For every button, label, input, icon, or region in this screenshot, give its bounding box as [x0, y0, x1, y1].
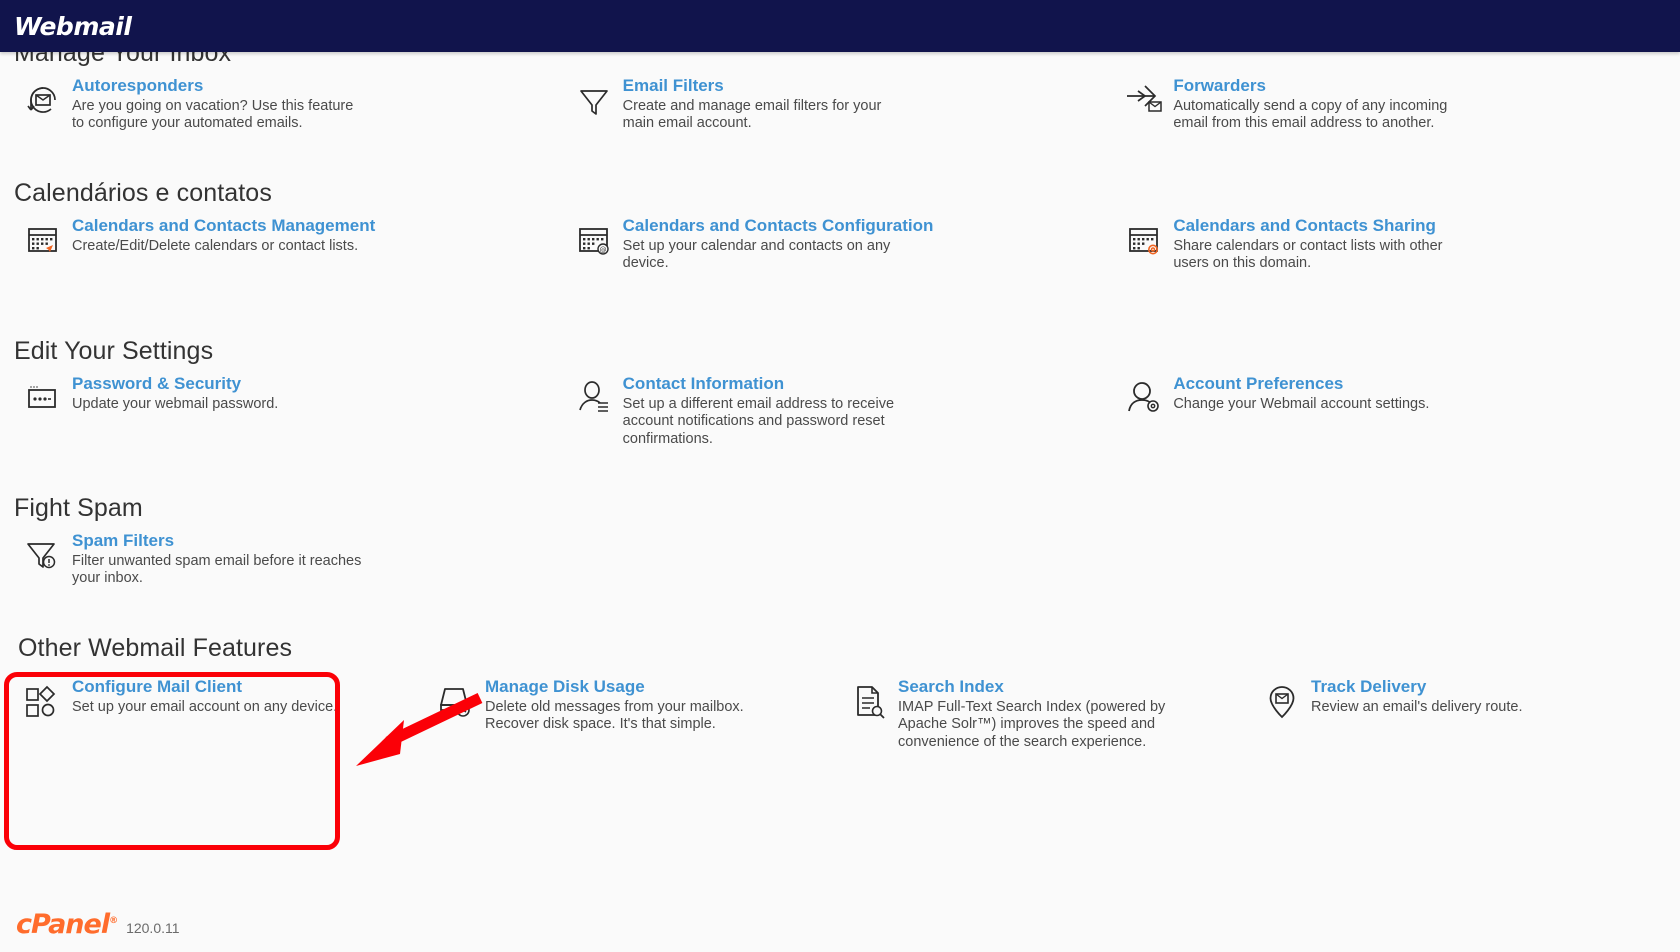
feature-email-filters[interactable]: Email Filters Create and manage email fi… [565, 76, 1116, 133]
account-person-gear-icon [1115, 374, 1173, 420]
feature-search-index[interactable]: Search Index IMAP Full-Text Search Index… [840, 677, 1253, 752]
feature-grid: Password & Security Update your webmail … [14, 366, 1666, 449]
feature-description: Set up your email account on any device. [72, 698, 338, 715]
feature-body: Search Index IMAP Full-Text Search Index… [898, 677, 1227, 752]
feature-description: Share calendars or contact lists with ot… [1173, 237, 1443, 272]
feature-link[interactable]: Manage Disk Usage [485, 677, 814, 696]
feature-body: Contact Information Set up a different e… [623, 374, 1090, 449]
feature-spam-filters[interactable]: Spam Filters Filter unwanted spam email … [14, 531, 565, 588]
feature-body: Account Preferences Change your Webmail … [1173, 374, 1640, 414]
feature-calendars-contacts-sharing[interactable]: Calendars and Contacts Sharing Share cal… [1115, 216, 1666, 273]
feature-account-preferences[interactable]: Account Preferences Change your Webmail … [1115, 374, 1666, 449]
feature-description: Create/Edit/Delete calendars or contact … [72, 237, 359, 254]
cpanel-logo: cPanel® [16, 909, 118, 940]
feature-link[interactable]: Calendars and Contacts Sharing [1173, 216, 1640, 235]
cpanel-version: 120.0.11 [126, 920, 180, 936]
feature-description: Are you going on vacation? Use this feat… [72, 97, 354, 132]
feature-description: Automatically send a copy of any incomin… [1173, 97, 1448, 132]
feature-autoresponders[interactable]: Autoresponders Are you going on vacation… [14, 76, 565, 133]
funnel-icon [565, 76, 623, 122]
feature-link[interactable]: Contact Information [623, 374, 1090, 393]
feature-link[interactable]: Calendars and Contacts Management [72, 216, 539, 235]
feature-description: Update your webmail password. [72, 395, 279, 412]
feature-body: Calendars and Contacts Sharing Share cal… [1173, 216, 1640, 273]
feature-grid: Spam Filters Filter unwanted spam email … [14, 523, 1666, 588]
calendar-at-icon: @ [565, 216, 623, 262]
funnel-alert-icon [14, 531, 72, 577]
feature-description: Delete old messages from your mailbox. R… [485, 698, 744, 733]
map-pin-mail-icon [1253, 677, 1311, 723]
feature-body: Forwarders Automatically send a copy of … [1173, 76, 1640, 133]
app-header: Webmail [0, 0, 1680, 52]
feature-password-security[interactable]: Password & Security Update your webmail … [14, 374, 565, 449]
section-fight-spam: Fight Spam Spam Filters Filter unwanted … [14, 494, 1666, 588]
password-field-icon [14, 374, 72, 420]
section-title: Other Webmail Features [18, 634, 293, 662]
section-title: Calendários e contatos [14, 179, 272, 207]
feature-description: Review an email's delivery route. [1311, 698, 1523, 715]
feature-link[interactable]: Forwarders [1173, 76, 1640, 95]
feature-grid: Configure Mail Client Set up your email … [14, 669, 1666, 752]
feature-link[interactable]: Autoresponders [72, 76, 539, 95]
mail-client-icon [14, 677, 72, 723]
document-search-icon [840, 677, 898, 723]
feature-contact-information[interactable]: Contact Information Set up a different e… [565, 374, 1116, 449]
feature-link[interactable]: Configure Mail Client [72, 677, 401, 696]
feature-calendars-contacts-configuration[interactable]: @ Calendars and Contacts Configuration S… [565, 216, 1116, 273]
disk-usage-icon [427, 677, 485, 723]
feature-body: Calendars and Contacts Management Create… [72, 216, 539, 256]
feature-calendars-contacts-management[interactable]: Calendars and Contacts Management Create… [14, 216, 565, 273]
forward-arrow-icon [1115, 76, 1173, 122]
feature-description: Set up your calendar and contacts on any… [622, 237, 891, 272]
feature-grid: Calendars and Contacts Management Create… [14, 208, 1666, 273]
footer: cPanel® 120.0.11 [16, 909, 180, 940]
feature-body: Calendars and Contacts Configuration Set… [623, 216, 1090, 273]
calendar-gear-icon [1115, 216, 1173, 262]
section-other-webmail-features: Other Webmail Features Configure Mail Cl… [14, 634, 1666, 752]
autoresponder-icon [14, 76, 72, 122]
feature-description: Set up a different email address to rece… [622, 395, 895, 447]
feature-body: Spam Filters Filter unwanted spam email … [72, 531, 539, 588]
section-calendarios-e-contatos: Calendários e contatos Calendars and Con… [14, 179, 1666, 273]
feature-link[interactable]: Account Preferences [1173, 374, 1640, 393]
section-title: Edit Your Settings [14, 337, 214, 365]
feature-link[interactable]: Password & Security [72, 374, 539, 393]
feature-description: Filter unwanted spam email before it rea… [72, 552, 362, 587]
svg-text:@: @ [599, 246, 606, 254]
feature-grid: Autoresponders Are you going on vacation… [14, 68, 1666, 133]
feature-body: Configure Mail Client Set up your email … [72, 677, 401, 717]
feature-link[interactable]: Calendars and Contacts Configuration [623, 216, 1090, 235]
feature-link[interactable]: Track Delivery [1311, 677, 1640, 696]
feature-link[interactable]: Spam Filters [72, 531, 539, 550]
feature-manage-disk-usage[interactable]: Manage Disk Usage Delete old messages fr… [427, 677, 840, 752]
section-manage-your-inbox: Manage Your Inbox Autoresponders Are you… [14, 39, 1666, 133]
feature-body: Manage Disk Usage Delete old messages fr… [485, 677, 814, 734]
feature-configure-mail-client[interactable]: Configure Mail Client Set up your email … [14, 677, 427, 752]
contact-person-icon [565, 374, 623, 420]
feature-body: Email Filters Create and manage email fi… [623, 76, 1090, 133]
feature-description: Change your Webmail account settings. [1173, 395, 1430, 412]
calendar-pin-icon [14, 216, 72, 262]
webmail-home-page: Webmail Manage Your Inbox Autoresponders [0, 0, 1680, 952]
webmail-logo[interactable]: Webmail [14, 12, 132, 41]
feature-track-delivery[interactable]: Track Delivery Review an email's deliver… [1253, 677, 1666, 752]
section-edit-your-settings: Edit Your Settings Password & Security U… [14, 337, 1666, 449]
feature-description: IMAP Full-Text Search Index (powered by … [898, 698, 1166, 750]
feature-forwarders[interactable]: Forwarders Automatically send a copy of … [1115, 76, 1666, 133]
feature-body: Password & Security Update your webmail … [72, 374, 539, 414]
cpanel-logo-text: cPanel [16, 909, 110, 940]
feature-body: Autoresponders Are you going on vacation… [72, 76, 539, 133]
feature-link[interactable]: Email Filters [623, 76, 1090, 95]
section-title: Fight Spam [14, 494, 143, 522]
feature-description: Create and manage email filters for your… [622, 97, 882, 132]
feature-body: Track Delivery Review an email's deliver… [1311, 677, 1640, 717]
feature-link[interactable]: Search Index [898, 677, 1227, 696]
